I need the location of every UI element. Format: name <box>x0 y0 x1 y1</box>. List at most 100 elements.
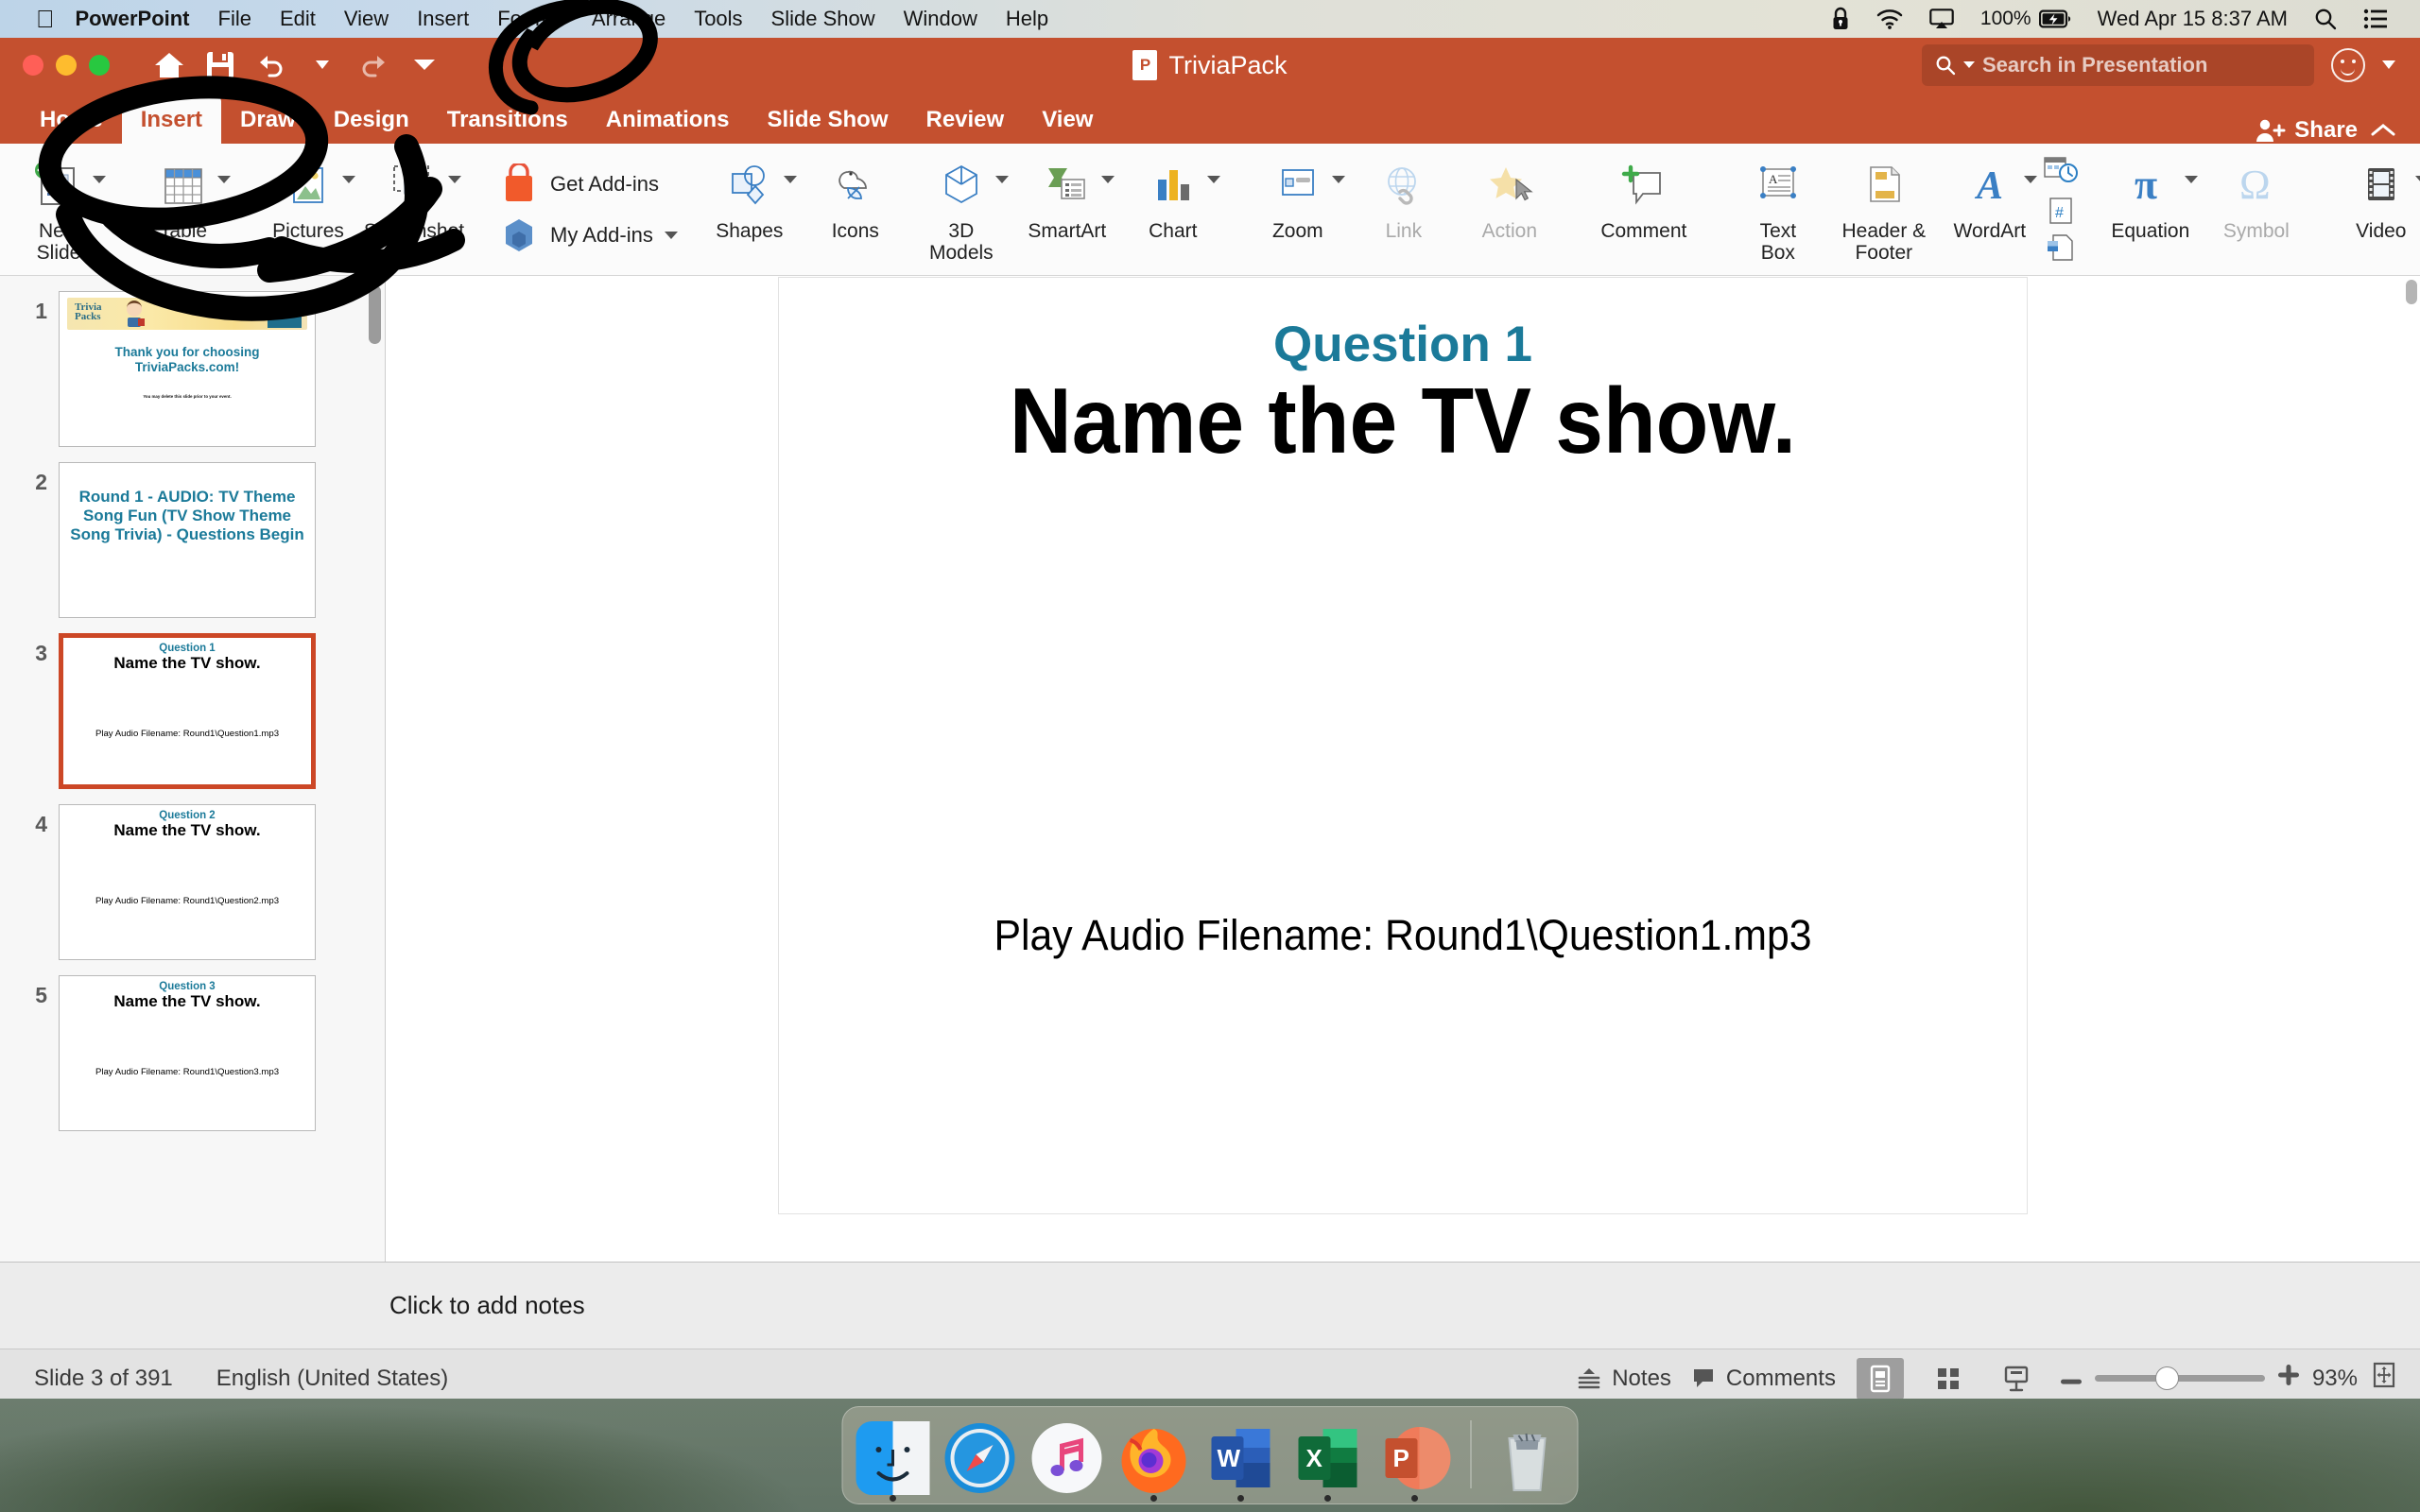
menu-file[interactable]: File <box>218 7 251 31</box>
zoom-slider-knob[interactable] <box>2155 1366 2179 1390</box>
lock-icon[interactable] <box>1831 7 1850 31</box>
notes-toggle-button[interactable]: Notes <box>1576 1366 1671 1392</box>
menu-arrange[interactable]: Arrange <box>592 7 666 31</box>
3d-models-button[interactable]: 3D Models <box>908 144 1014 275</box>
symbol-button[interactable]: Ω Symbol <box>2204 144 2309 275</box>
zoom-slider-control[interactable]: 93% <box>2061 1361 2397 1396</box>
smartart-button[interactable]: SmartArt <box>1014 144 1120 275</box>
zoom-out-icon[interactable] <box>2061 1366 2082 1392</box>
menu-view[interactable]: View <box>344 7 389 31</box>
zoom-caret-icon[interactable] <box>1332 176 1345 183</box>
pictures-caret-icon[interactable] <box>342 176 355 183</box>
battery-status[interactable]: 100% <box>1980 8 2071 30</box>
save-icon[interactable] <box>195 40 246 91</box>
menu-window[interactable]: Window <box>904 7 977 31</box>
tab-design[interactable]: Design <box>315 96 428 144</box>
chart-caret-icon[interactable] <box>1207 176 1220 183</box>
current-slide[interactable]: Question 1 Name the TV show. Play Audio … <box>779 278 2027 1213</box>
view-normal-button[interactable] <box>1857 1358 1904 1400</box>
undo-dropdown-caret[interactable] <box>297 40 348 91</box>
my-addins-caret-icon[interactable] <box>665 232 678 239</box>
new-slide-button[interactable]: New Slide <box>6 144 112 275</box>
smiley-account-icon[interactable] <box>2331 48 2365 82</box>
slide-thumbnail-pane[interactable]: 1 TriviaPacks 10 Thank you for choosingT… <box>0 276 386 1262</box>
excel-icon[interactable]: X <box>1291 1421 1365 1495</box>
undo-icon[interactable] <box>246 40 297 91</box>
thumbnail-row-1[interactable]: 1 TriviaPacks 10 Thank you for choosingT… <box>0 276 385 447</box>
zoom-button[interactable]: Zoom <box>1245 144 1351 275</box>
get-addins-button[interactable]: Get Add-ins <box>486 159 678 210</box>
menu-format[interactable]: Format <box>497 7 563 31</box>
safari-icon[interactable] <box>943 1421 1017 1495</box>
tab-review[interactable]: Review <box>907 96 1023 144</box>
zoom-button[interactable] <box>89 55 110 76</box>
search-input[interactable]: Search in Presentation <box>1922 44 2314 86</box>
thumbnail-scrollbar[interactable] <box>369 285 381 344</box>
tab-transitions[interactable]: Transitions <box>428 96 587 144</box>
slide-title[interactable]: Name the TV show. <box>822 372 1983 470</box>
apple-logo-icon[interactable]:  <box>36 7 55 31</box>
tab-home[interactable]: Home <box>21 96 122 144</box>
thumbnail-slide-2[interactable]: Round 1 - AUDIO: TV Theme Song Fun (TV S… <box>59 462 316 618</box>
video-button[interactable]: Video <box>2328 144 2420 275</box>
tab-draw[interactable]: Draw <box>221 96 315 144</box>
menu-insert[interactable]: Insert <box>417 7 469 31</box>
airplay-icon[interactable] <box>1929 9 1954 29</box>
view-slide-sorter-button[interactable] <box>1925 1358 1972 1400</box>
action-button[interactable]: Action <box>1457 144 1563 275</box>
notes-pane[interactable]: Click to add notes <box>0 1262 2420 1349</box>
menubar-clock[interactable]: Wed Apr 15 8:37 AM <box>2098 7 2288 31</box>
finder-icon[interactable] <box>856 1421 930 1495</box>
spotlight-search-icon[interactable] <box>2314 8 2337 30</box>
3d-models-caret-icon[interactable] <box>995 176 1009 183</box>
word-icon[interactable]: W <box>1204 1421 1278 1495</box>
thumbnail-row-4[interactable]: 4 Question 2 Name the TV show. Play Audi… <box>0 789 385 960</box>
shapes-caret-icon[interactable] <box>784 176 797 183</box>
thumbnail-slide-5[interactable]: Question 3 Name the TV show. Play Audio … <box>59 975 316 1131</box>
zoom-slider-track[interactable] <box>2095 1375 2265 1382</box>
customize-toolbar-icon[interactable] <box>399 40 450 91</box>
text-box-button[interactable]: A Text Box <box>1725 144 1831 275</box>
chart-button[interactable]: Chart <box>1120 144 1226 275</box>
chevron-up-icon[interactable] <box>2371 123 2395 138</box>
wordart-button[interactable]: A WordArt <box>1937 144 2043 275</box>
thumbnail-slide-1[interactable]: TriviaPacks 10 Thank you for choosingTri… <box>59 291 316 447</box>
thumbnail-slide-4[interactable]: Question 2 Name the TV show. Play Audio … <box>59 804 316 960</box>
smartart-caret-icon[interactable] <box>1101 176 1115 183</box>
control-center-icon[interactable] <box>2363 9 2388 29</box>
menu-tools[interactable]: Tools <box>694 7 742 31</box>
my-addins-button[interactable]: My Add-ins <box>486 210 678 261</box>
header-footer-button[interactable]: Header & Footer <box>1831 144 1937 275</box>
menu-app-name[interactable]: PowerPoint <box>76 7 190 31</box>
view-reading-button[interactable] <box>1993 1358 2040 1400</box>
thumbnail-slide-3[interactable]: Question 1 Name the TV show. Play Audio … <box>59 633 316 789</box>
pictures-button[interactable]: Pictures <box>255 144 361 275</box>
language-label[interactable]: English (United States) <box>216 1366 448 1392</box>
new-slide-caret-icon[interactable] <box>93 176 106 183</box>
slide-question-number[interactable]: Question 1 <box>779 316 2027 373</box>
table-button[interactable]: Table <box>130 144 236 275</box>
comment-button[interactable]: Comment <box>1582 144 1706 275</box>
tab-insert[interactable]: Insert <box>122 96 221 144</box>
menu-help[interactable]: Help <box>1006 7 1048 31</box>
icons-button[interactable]: Icons <box>803 144 908 275</box>
equation-caret-icon[interactable] <box>2185 176 2198 183</box>
zoom-in-icon[interactable] <box>2278 1365 2299 1392</box>
firefox-icon[interactable] <box>1117 1421 1191 1495</box>
tab-animations[interactable]: Animations <box>587 96 749 144</box>
date-time-icon[interactable] <box>2043 156 2079 193</box>
thumbnail-row-3[interactable]: 3 Question 1 Name the TV show. Play Audi… <box>0 618 385 789</box>
powerpoint-icon[interactable]: P <box>1378 1421 1452 1495</box>
thumbnail-row-5[interactable]: 5 Question 3 Name the TV show. Play Audi… <box>0 960 385 1131</box>
thumbnail-row-2[interactable]: 2 Round 1 - AUDIO: TV Theme Song Fun (TV… <box>0 447 385 618</box>
fit-slide-icon[interactable] <box>2371 1361 2397 1396</box>
home-icon[interactable] <box>144 40 195 91</box>
trash-full-icon[interactable] <box>1491 1421 1564 1495</box>
slide-number-icon[interactable]: # <box>2043 197 2079 230</box>
minimize-button[interactable] <box>56 55 77 76</box>
table-caret-icon[interactable] <box>217 176 231 183</box>
menu-slide-show[interactable]: Slide Show <box>771 7 875 31</box>
wordart-caret-icon[interactable] <box>2024 176 2037 183</box>
canvas-scrollbar[interactable] <box>2406 280 2417 304</box>
share-button[interactable]: Share <box>2256 117 2358 144</box>
